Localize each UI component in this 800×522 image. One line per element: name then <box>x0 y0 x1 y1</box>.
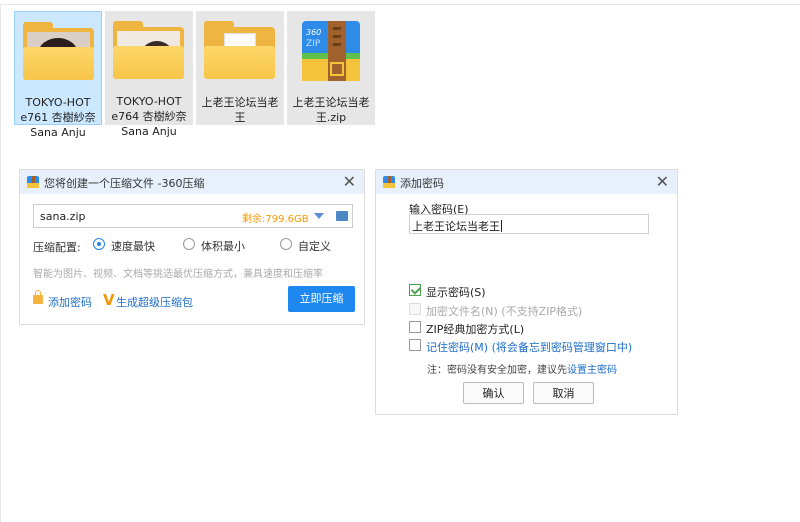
super-package-link[interactable]: 生成超级压缩包 <box>116 294 193 310</box>
chevron-down-icon[interactable] <box>314 213 324 219</box>
set-master-password-link[interactable]: 设置主密码 <box>567 365 617 376</box>
add-password-link[interactable]: 添加密码 <box>48 294 92 310</box>
file-item-e761[interactable]: TOKYO-HOT e761 杏樹紗奈 Sana Anju <box>14 11 102 139</box>
close-icon[interactable]: ✕ <box>343 172 356 191</box>
app-icon <box>383 176 395 188</box>
file-item-zip[interactable]: 360 ZIP 上老王论坛当老 王.zip <box>287 11 375 125</box>
text-caret <box>501 220 502 232</box>
compress-dialog: 您将创建一个压缩文件 -360压缩 ✕ sana.zip 剩余:799.6GB … <box>19 169 365 325</box>
compress-now-button[interactable]: 立即压缩 <box>288 286 355 312</box>
folder-icon <box>113 21 184 79</box>
file-name: TOKYO-HOT e761 杏樹紗奈 Sana Anju <box>20 96 96 139</box>
archive-path-input[interactable]: sana.zip 剩余:799.6GB <box>33 204 353 228</box>
dialog-title: 您将创建一个压缩文件 -360压缩 <box>44 177 205 190</box>
close-icon[interactable]: ✕ <box>656 172 669 191</box>
zip-archive-icon: 360 ZIP <box>298 19 364 87</box>
folder-browse-icon[interactable] <box>336 211 348 221</box>
file-item-folder[interactable]: 上老王论坛当老 王 <box>196 11 284 125</box>
confirm-button[interactable]: 确认 <box>463 382 524 404</box>
svg-text:360: 360 <box>306 28 321 37</box>
compression-hint: 智能为图片、视频、文档等挑选最优压缩方式，兼具速度和压缩率 <box>33 269 323 280</box>
svg-text:ZIP: ZIP <box>306 39 321 49</box>
dialog-title-bar[interactable]: 添加密码 ✕ <box>376 170 677 194</box>
file-name: 上老王论坛当老 王.zip <box>292 96 370 124</box>
cancel-button[interactable]: 取消 <box>533 382 594 404</box>
file-name: 上老王论坛当老 王 <box>201 96 279 124</box>
dialog-title-bar[interactable]: 您将创建一个压缩文件 -360压缩 ✕ <box>20 170 364 194</box>
add-password-dialog: 添加密码 ✕ 输入密码(E) 上老王论坛当老王 显示密码(S) 加密文件名(N)… <box>375 169 678 415</box>
archive-filename: sana.zip <box>40 210 86 223</box>
folder-icon <box>23 22 94 80</box>
file-name: TOKYO-HOT e764 杏樹紗奈 Sana Anju <box>111 95 187 138</box>
top-divider <box>0 4 800 5</box>
file-item-e764[interactable]: TOKYO-HOT e764 杏樹紗奈 Sana Anju <box>105 11 193 138</box>
left-divider <box>0 4 1 522</box>
folder-icon <box>204 21 275 79</box>
security-note: 注：密码没有安全加密，建议先设置主密码 <box>427 365 617 376</box>
lock-icon <box>33 290 43 304</box>
compression-config: 压缩配置: 速度最快 体积最小 自定义 <box>33 238 331 254</box>
free-space-label: 剩余:799.6GB <box>242 214 309 225</box>
config-label: 压缩配置: <box>33 241 81 254</box>
app-icon <box>27 176 39 188</box>
dialog-title: 添加密码 <box>400 177 444 190</box>
password-input[interactable]: 上老王论坛当老王 <box>409 214 649 234</box>
password-value: 上老王论坛当老王 <box>412 220 500 233</box>
vip-icon: V <box>103 291 115 309</box>
